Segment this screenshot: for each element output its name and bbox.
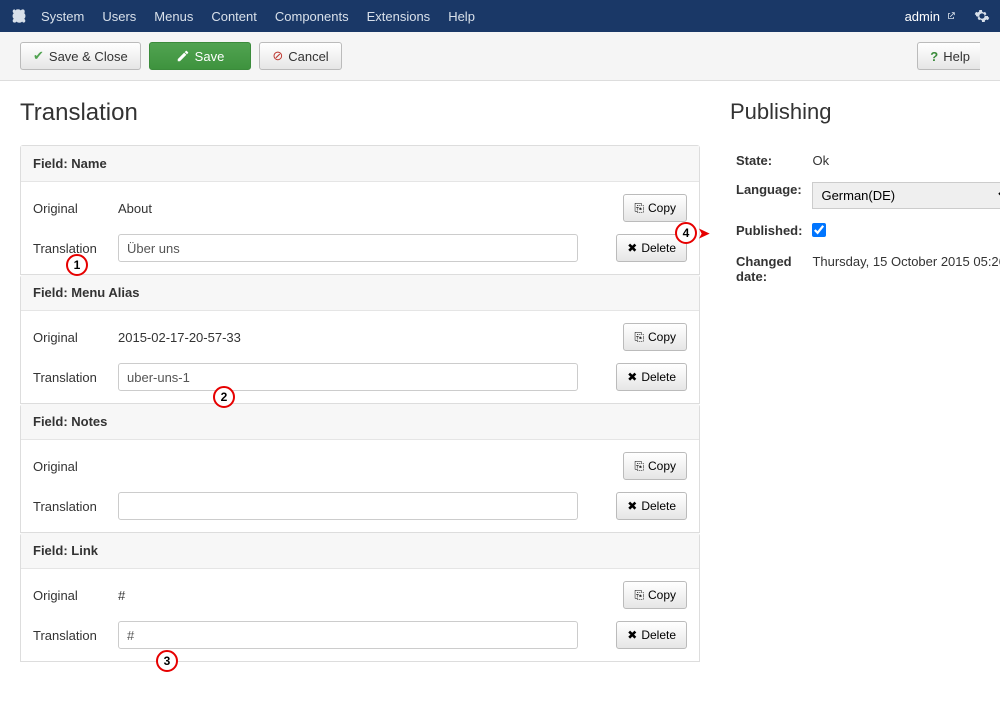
annotation-3: 3 <box>156 650 178 672</box>
annotation-4-arrow: ➤ <box>698 225 710 242</box>
annotation-4: 4 <box>675 222 697 244</box>
user-menu[interactable]: admin <box>905 9 956 24</box>
delete-label: Delete <box>641 499 676 513</box>
gear-icon[interactable] <box>974 8 990 24</box>
delete-button[interactable]: ✖ Delete <box>616 363 687 391</box>
field-group-link: Field: Link Original # ⎘ Copy Tran <box>20 533 700 662</box>
delete-icon: ✖ <box>627 370 637 384</box>
translation-label: Translation <box>33 628 118 643</box>
translation-input-name[interactable] <box>118 234 578 262</box>
user-name: admin <box>905 9 940 24</box>
main-menu: System Users Menus Content Components Ex… <box>41 9 475 24</box>
delete-icon: ✖ <box>627 628 637 642</box>
original-value: 2015-02-17-20-57-33 <box>118 330 578 345</box>
external-link-icon <box>946 11 956 21</box>
save-label: Save <box>195 49 225 64</box>
translation-input-link[interactable] <box>118 621 578 649</box>
copy-icon: ⎘ <box>634 588 644 603</box>
copy-label: Copy <box>648 330 676 344</box>
translation-input-alias[interactable] <box>118 363 578 391</box>
joomla-logo-icon <box>10 8 26 24</box>
state-label: State: <box>732 147 806 174</box>
annotation-1: 1 <box>66 254 88 276</box>
save-close-button[interactable]: ✔ Save & Close <box>20 42 141 70</box>
nav-extensions[interactable]: Extensions <box>367 9 431 24</box>
copy-button[interactable]: ⎘ Copy <box>623 194 687 222</box>
cancel-label: Cancel <box>288 49 328 64</box>
translation-label: Translation <box>33 370 118 385</box>
delete-button[interactable]: ✖ Delete <box>616 621 687 649</box>
language-select[interactable]: German(DE) <box>812 182 1000 209</box>
nav-users[interactable]: Users <box>102 9 136 24</box>
delete-icon: ✖ <box>627 499 637 513</box>
save-close-label: Save & Close <box>49 49 128 64</box>
nav-components[interactable]: Components <box>275 9 349 24</box>
field-header: Field: Link <box>21 533 699 569</box>
published-label: Published: <box>732 217 806 246</box>
state-value: Ok <box>808 147 1000 174</box>
original-label: Original <box>33 201 118 216</box>
cancel-button[interactable]: ⊘ Cancel <box>259 42 341 70</box>
save-button[interactable]: Save <box>149 42 252 70</box>
copy-label: Copy <box>648 201 676 215</box>
changed-label: Changed date: <box>732 248 806 290</box>
field-group-notes: Field: Notes Original ⎘ Copy Tran <box>20 404 700 533</box>
save-icon <box>176 49 190 63</box>
field-group-alias: Field: Menu Alias Original 2015-02-17-20… <box>20 275 700 404</box>
field-header: Field: Menu Alias <box>21 275 699 311</box>
original-label: Original <box>33 459 118 474</box>
delete-button[interactable]: ✖ Delete <box>616 492 687 520</box>
page-title: Translation <box>20 99 700 127</box>
copy-button[interactable]: ⎘ Copy <box>623 452 687 480</box>
field-group-name: Field: Name Original About ⎘ Copy <box>20 145 700 275</box>
field-header: Field: Name <box>21 146 699 182</box>
publishing-panel: Publishing State: Ok Language: German(DE… <box>730 99 1000 662</box>
check-icon: ✔ <box>33 48 44 64</box>
original-label: Original <box>33 330 118 345</box>
language-label: Language: <box>732 176 806 215</box>
nav-menus[interactable]: Menus <box>154 9 193 24</box>
top-navigation: System Users Menus Content Components Ex… <box>0 0 1000 32</box>
cancel-icon: ⊘ <box>272 48 283 64</box>
copy-icon: ⎘ <box>634 201 644 216</box>
nav-content[interactable]: Content <box>211 9 257 24</box>
copy-icon: ⎘ <box>634 459 644 474</box>
original-label: Original <box>33 588 118 603</box>
copy-label: Copy <box>648 459 676 473</box>
nav-help[interactable]: Help <box>448 9 475 24</box>
translation-label: Translation <box>33 499 118 514</box>
field-header: Field: Notes <box>21 404 699 440</box>
help-button[interactable]: ? Help <box>917 42 980 70</box>
help-label: Help <box>943 49 970 64</box>
question-icon: ? <box>930 49 938 64</box>
copy-button[interactable]: ⎘ Copy <box>623 581 687 609</box>
delete-label: Delete <box>641 628 676 642</box>
nav-system[interactable]: System <box>41 9 84 24</box>
changed-value: Thursday, 15 October 2015 05:26 <box>808 248 1000 290</box>
delete-label: Delete <box>641 241 676 255</box>
copy-button[interactable]: ⎘ Copy <box>623 323 687 351</box>
toolbar: ✔ Save & Close Save ⊘ Cancel ? Help <box>0 32 1000 80</box>
published-checkbox[interactable] <box>812 223 826 237</box>
copy-label: Copy <box>648 588 676 602</box>
delete-label: Delete <box>641 370 676 384</box>
copy-icon: ⎘ <box>634 330 644 345</box>
delete-icon: ✖ <box>627 241 637 255</box>
annotation-2: 2 <box>213 386 235 408</box>
translation-input-notes[interactable] <box>118 492 578 520</box>
original-value: # <box>118 588 578 603</box>
original-value: About <box>118 201 578 216</box>
publishing-title: Publishing <box>730 99 1000 125</box>
